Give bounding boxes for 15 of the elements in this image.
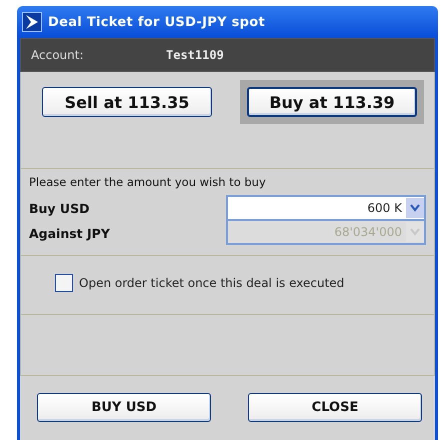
close-button[interactable]: CLOSE [248, 393, 422, 422]
buy-button[interactable]: BUY USD [37, 393, 211, 422]
window-title: Deal Ticket for USD-JPY spot [48, 14, 266, 30]
chevron-down-icon [410, 228, 420, 236]
amount-field[interactable]: 600 K [226, 195, 426, 221]
checkbox-label: Open order ticket once this deal is executed [79, 276, 344, 290]
app-logo-icon [22, 12, 42, 32]
account-value: Test1109 [166, 48, 224, 62]
amount-prompt: Please enter the amount you wish to buy [29, 175, 267, 189]
chevron-down-icon [410, 204, 420, 212]
account-label: Account: [31, 48, 84, 62]
field-label: Against JPY [29, 226, 110, 240]
checkbox[interactable] [55, 274, 73, 292]
price-button[interactable]: Buy at 113.39 [240, 80, 424, 124]
field-label: Buy USD [29, 200, 90, 216]
